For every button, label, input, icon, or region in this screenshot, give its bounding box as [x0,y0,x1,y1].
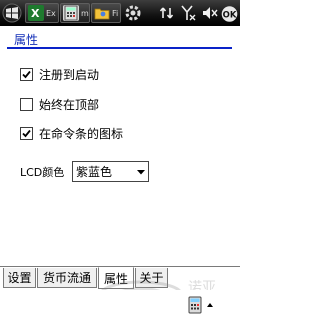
tab-properties[interactable]: 属性 [98,267,134,289]
heading-divider [7,47,232,49]
lcd-color-dropdown[interactable]: 紫蓝色 [72,161,149,182]
dropdown-arrow-icon[interactable] [134,162,148,181]
volume-icon[interactable] [201,4,219,22]
bottom-command-bar [0,290,240,320]
tab-about[interactable]: 关于 [135,268,168,288]
task-label: m [81,8,89,18]
option-label: 始终在顶部 [39,97,100,112]
always-on-top-checkbox[interactable] [20,97,33,111]
excel-icon: X [28,5,44,21]
task-file-explorer[interactable]: Fi [91,3,121,23]
calculator-keyboard-icon[interactable] [186,296,204,314]
tab-bar: 设置 货币流通 属性 关于 [0,264,240,290]
page-title: 属性 [14,33,39,47]
lcd-color-value: 紫蓝色 [76,165,113,179]
tab-label: 属性 [103,271,128,286]
task-label: Fi [112,8,119,18]
svg-text:OK: OK [223,11,237,21]
connectivity-icon[interactable] [159,4,177,22]
tab-currency[interactable]: 货币流通 [37,268,97,288]
svg-text:X: X [31,7,40,20]
signal-strength-icon[interactable] [180,4,198,22]
command-bar-icon-checkbox[interactable] [20,126,33,140]
option-label: 注册到启动 [39,67,100,82]
tab-label: 货币流通 [42,271,91,285]
option-always-on-top[interactable]: 始终在顶部 [20,95,99,113]
task-excel[interactable]: X Ex [25,3,59,23]
gear-icon[interactable] [124,4,142,22]
checkmark-icon [22,70,31,78]
checkmark-icon [22,129,31,137]
register-startup-checkbox[interactable] [20,67,33,81]
task-label: Ex [46,8,56,18]
tab-label: 关于 [139,271,164,285]
lcd-color-label: LCD颜色 [20,166,65,179]
calculator-icon [63,5,79,21]
tab-settings[interactable]: 设置 [3,268,36,288]
option-command-bar-icon[interactable]: 在命令条的图标 [20,124,123,142]
option-label: 在命令条的图标 [39,126,124,141]
windows-start-icon[interactable] [2,3,22,23]
tab-label: 设置 [7,271,32,285]
caret-up-icon[interactable] [206,300,214,310]
task-calculator[interactable]: m [60,3,90,23]
taskbar: X Ex m Fi OK [0,0,240,26]
option-register-startup[interactable]: 注册到启动 [20,65,99,83]
page-heading: 属性 [0,26,240,50]
ok-button[interactable]: OK [221,5,238,23]
file-explorer-icon [94,5,110,21]
